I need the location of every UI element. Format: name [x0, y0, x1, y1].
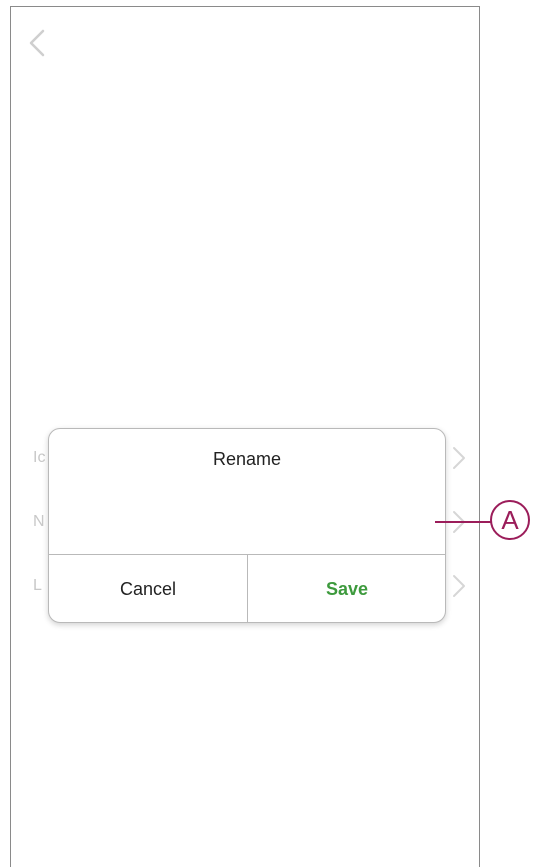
save-button[interactable]: Save [248, 555, 445, 622]
chevron-left-icon [29, 29, 45, 57]
chevron-right-icon [453, 575, 465, 597]
callout-marker: A [490, 500, 530, 540]
chevron-right-icon [453, 447, 465, 469]
phone-screen: Ic N L Rename Cancel Save [10, 6, 480, 867]
settings-row-label: Ic [33, 449, 46, 466]
settings-row-label: N [33, 513, 45, 530]
callout-line [435, 521, 491, 523]
settings-row-label: L [33, 577, 42, 594]
rename-input[interactable] [65, 489, 429, 537]
dialog-title: Rename [212, 449, 282, 469]
rename-dialog: Rename Cancel Save [48, 428, 446, 623]
cancel-button[interactable]: Cancel [49, 555, 247, 622]
back-button[interactable] [25, 27, 49, 59]
